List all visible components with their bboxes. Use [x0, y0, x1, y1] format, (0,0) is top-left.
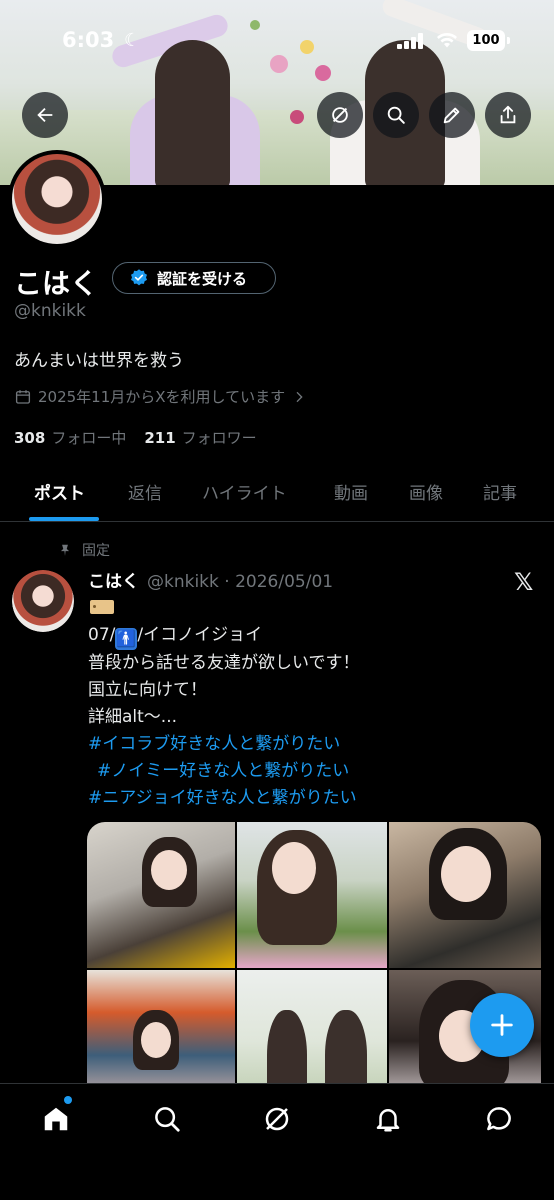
avatar-image	[12, 154, 102, 244]
back-arrow-icon	[37, 107, 53, 123]
grok-icon	[265, 1107, 289, 1131]
x-logo-icon: 𝕏	[514, 568, 534, 596]
share-button[interactable]	[485, 92, 531, 138]
profile-avatar[interactable]	[8, 150, 106, 248]
pin-icon	[60, 544, 70, 556]
media-figure-face	[151, 850, 187, 890]
media-image-2[interactable]	[237, 822, 387, 968]
post-avatar-image	[12, 570, 74, 632]
search-icon	[155, 1107, 180, 1132]
active-tab-indicator	[29, 517, 99, 521]
tab-articles[interactable]: 記事	[483, 479, 517, 504]
follow-counts: 308 フォロー中 211 フォロワー	[14, 427, 257, 448]
following-link[interactable]: 308 フォロー中	[14, 427, 126, 448]
tab-replies[interactable]: 返信	[128, 479, 162, 504]
pinned-indicator: 固定	[58, 540, 110, 560]
nav-notifications[interactable]	[370, 1101, 406, 1137]
standing-person-emoji-icon: 🚹	[115, 628, 138, 650]
tab-images[interactable]: 画像	[409, 479, 443, 504]
pencil-icon	[443, 107, 460, 124]
post-line: 07/🚹/イコノイジョイ	[88, 622, 360, 650]
home-icon	[44, 1107, 68, 1131]
calendar-icon	[15, 389, 31, 404]
joined-date-row[interactable]: 2025年11月からXを利用しています	[14, 386, 307, 407]
profile-name: こはく	[14, 267, 99, 300]
edit-button[interactable]	[429, 92, 475, 138]
cell-signal-icon	[397, 33, 425, 49]
media-image-1[interactable]	[87, 822, 235, 968]
tab-highlights[interactable]: ハイライト	[202, 479, 287, 504]
nav-grok[interactable]	[259, 1101, 295, 1137]
messages-icon	[487, 1107, 511, 1131]
back-button[interactable]	[22, 92, 68, 138]
post-line-1-suffix: /イコノイジョイ	[137, 625, 263, 645]
tag-emoji-icon	[90, 600, 114, 614]
verified-badge-icon	[131, 269, 147, 286]
profile-handle: @knkikk	[14, 301, 86, 321]
post-author-handle[interactable]: @knkikk	[147, 572, 219, 592]
search-button[interactable]	[373, 92, 419, 138]
get-verified-label: 認証を受ける	[157, 269, 248, 288]
followers-count: 211	[144, 429, 176, 447]
joined-date-text: 2025年11月からXを利用しています	[38, 388, 286, 406]
hashtag-1[interactable]: #イコラブ好きな人と繋がりたい	[88, 731, 360, 758]
notifications-icon	[376, 1109, 400, 1132]
share-icon	[500, 105, 516, 124]
post-author-name[interactable]: こはく	[88, 572, 139, 592]
media-figure-face	[441, 846, 491, 902]
search-icon	[387, 106, 405, 124]
chevron-right-icon	[296, 391, 303, 402]
tab-videos[interactable]: 動画	[334, 479, 368, 504]
pinned-label: 固定	[82, 543, 110, 559]
status-time: 6:03	[62, 28, 115, 52]
followers-label: フォロワー	[181, 429, 257, 447]
compose-post-button[interactable]	[470, 993, 534, 1057]
post-line-3: 国立に向けて！	[88, 680, 207, 700]
plus-icon	[491, 1014, 513, 1036]
post-separator: ·	[224, 572, 230, 592]
nav-home[interactable]	[38, 1101, 74, 1137]
media-figure-face	[141, 1022, 171, 1058]
tab-posts[interactable]: ポスト	[34, 479, 85, 504]
followers-link[interactable]: 211 フォロワー	[144, 427, 256, 448]
media-image-3[interactable]	[389, 822, 541, 968]
post-date[interactable]: 2026/05/01	[235, 572, 333, 592]
post-line-1-prefix: 07/	[88, 625, 116, 645]
following-label: フォロー中	[51, 429, 127, 447]
following-count: 308	[14, 429, 46, 447]
bottom-navigation	[0, 1083, 554, 1200]
post-line-2: 普段から話せる友達が欲しいです！	[88, 653, 360, 673]
profile-bio: あんまいは世界を救う	[14, 351, 184, 371]
focus-moon-icon: ☾	[124, 30, 141, 51]
post-media-grid	[87, 822, 541, 1112]
nav-messages[interactable]	[481, 1101, 517, 1137]
home-notification-dot	[64, 1096, 72, 1104]
hashtag-2[interactable]: #ノイミー好きな人と繋がりたい	[88, 758, 360, 785]
status-bar: 6:03 ☾ 100	[0, 0, 554, 80]
post-body: 07/🚹/イコノイジョイ 普段から話せる友達が欲しいです！ 国立に向けて！ 詳細…	[88, 622, 360, 812]
battery-indicator: 100	[467, 30, 505, 51]
get-verified-button[interactable]: 認証を受ける	[112, 262, 276, 294]
media-figure-face	[272, 842, 316, 894]
post-header: こはく @knkikk · 2026/05/01	[88, 567, 333, 592]
hashtag-3[interactable]: #ニアジョイ好きな人と繋がりたい	[88, 785, 360, 812]
profile-tabs: ポスト 返信 ハイライト 動画 画像 記事	[0, 470, 554, 522]
banner-flower	[290, 110, 304, 124]
grok-icon	[332, 107, 348, 123]
post-line-4: 詳細alt〜...	[88, 707, 178, 727]
wifi-icon	[436, 31, 458, 54]
post-author-avatar[interactable]	[12, 570, 74, 632]
battery-nub	[507, 37, 510, 44]
nav-search[interactable]	[149, 1101, 185, 1137]
grok-button[interactable]	[317, 92, 363, 138]
